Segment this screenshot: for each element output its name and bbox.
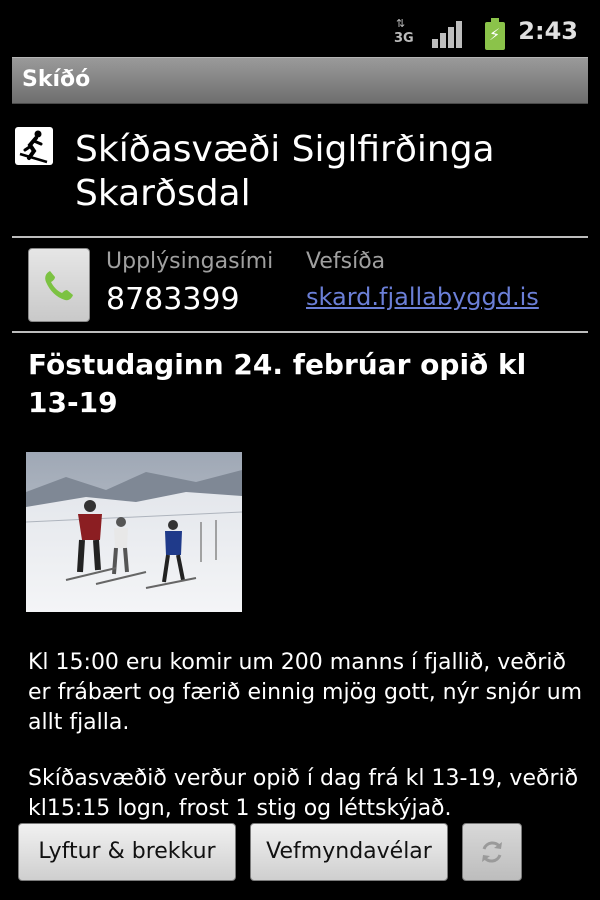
call-button[interactable] <box>28 248 90 322</box>
clock: 2:43 <box>518 17 578 45</box>
signal-icon <box>432 20 466 48</box>
website-label: Vefsíða <box>306 249 386 274</box>
phone-icon <box>45 271 73 301</box>
skier-icon <box>15 127 53 165</box>
status-bar: ⇅ 3G ⚡ 2:43 <box>0 0 600 60</box>
divider <box>12 331 588 333</box>
phone-number[interactable]: 8783399 <box>106 282 240 317</box>
app-screen: ⇅ 3G ⚡ 2:43 Skíðó Skíðasvæði Siglfirðing… <box>0 0 600 900</box>
network-3g-icon: ⇅ 3G <box>394 17 414 46</box>
battery-icon: ⚡ <box>483 18 507 50</box>
news-paragraph: Skíðasvæðið verður opið í dag frá kl 13-… <box>28 766 579 821</box>
webcams-button[interactable]: Vefmyndavélar <box>250 823 448 881</box>
website-link[interactable]: skard.fjallabyggd.is <box>306 283 539 311</box>
divider <box>12 236 588 238</box>
news-paragraph: Kl 15:00 eru komir um 200 manns í fjalli… <box>28 650 583 735</box>
app-title: Skíðó <box>22 67 91 92</box>
app-title-bar: Skíðó <box>12 57 588 104</box>
refresh-button[interactable] <box>462 823 522 881</box>
news-heading: Föstudaginn 24. febrúar opið kl 13-19 <box>28 348 527 419</box>
resort-name: Skíðasvæði Siglfirðinga Skarðsdal <box>75 129 495 214</box>
network-type: 3G <box>394 31 414 46</box>
news-photo <box>26 452 242 612</box>
refresh-icon <box>482 841 502 863</box>
phone-label: Upplýsingasími <box>106 249 274 274</box>
lifts-slopes-button[interactable]: Lyftur & brekkur <box>18 823 236 881</box>
